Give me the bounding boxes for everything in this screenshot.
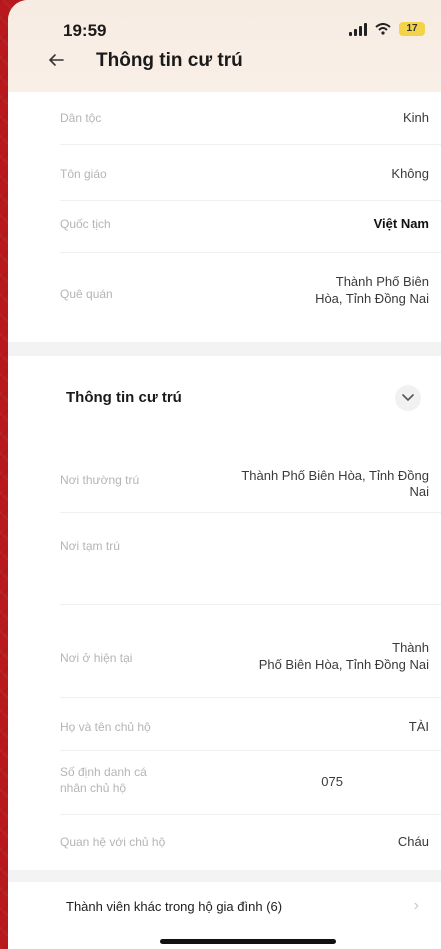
info-label: Dân tộc [60,111,102,125]
residence-row-head-id: Số định danh cá nhân chủ hộ 075 [8,764,441,800]
divider [60,814,441,815]
section-title-residence: Thông tin cư trú [66,389,182,406]
info-label: Quê quán [60,287,113,301]
info-value: Việt Nam [373,216,429,231]
chevron-down-icon [402,394,414,402]
phone-screen: 19:59 17 Thông tin cư trú Dân tộc Kinh T… [8,0,441,949]
residence-value: 075 [321,774,343,789]
residence-row-permanent: Nơi thường trú Thành Phố Biên Hòa, Tỉnh … [8,468,441,504]
info-value-line2: Hòa, Tỉnh Đồng Nai [315,291,429,306]
info-label: Quốc tịch [60,217,111,231]
back-arrow-icon[interactable] [46,50,66,70]
info-row-ethnicity: Dân tộc Kinh [8,110,441,140]
residence-label: Nơi ở hiện tại [60,651,133,665]
info-row-hometown: Quê quán Thành Phố Biên Hòa, Tỉnh Đồng N… [8,272,441,316]
residence-row-relation: Quan hệ với chủ hộ Cháu [8,834,441,858]
status-icons: 17 [349,22,425,36]
section-separator [8,342,441,356]
info-row-nationality: Quốc tịch Việt Nam [8,216,441,246]
chevron-right-icon: › [413,897,419,914]
residence-value-line1: Thành [392,640,429,655]
divider [60,144,441,145]
status-time: 19:59 [63,21,107,40]
divider [60,697,441,698]
header-area: 19:59 17 Thông tin cư trú [8,0,441,92]
info-row-religion: Tôn giáo Không [8,166,441,196]
section-separator [8,870,441,882]
divider [60,750,441,751]
info-value: Không [391,166,429,181]
residence-label-line1: Số định danh cá [60,765,147,779]
residence-row-temporary: Nơi tạm trú [8,538,441,562]
residence-row-current: Nơi ở hiện tại Thành Phố Biên Hòa, Tỉnh … [8,640,441,676]
wifi-icon [375,23,391,35]
info-value: Kinh [402,110,429,125]
residence-value: TÀI [408,719,429,734]
info-value-line1: Thành Phố Biên [335,274,429,289]
household-members-item[interactable]: Thành viên khác trong hộ gia đình (6) › [8,882,441,932]
collapse-chevron-button[interactable] [395,385,421,411]
household-members-label: Thành viên khác trong hộ gia đình (6) [66,899,283,914]
info-label: Tôn giáo [60,167,107,181]
divider [60,512,441,513]
page-title: Thông tin cư trú [96,50,243,71]
battery-icon: 17 [399,22,425,36]
divider [60,200,441,201]
home-indicator [160,939,336,944]
residence-label: Nơi tạm trú [60,539,120,553]
residence-value-line1: Thành Phố Biên Hòa, Tỉnh Đồng [241,468,429,483]
residence-label-line2: nhân chủ hộ [60,781,127,795]
residence-label: Nơi thường trú [60,473,140,487]
residence-value: Cháu [397,834,429,849]
residence-label: Họ và tên chủ hộ [60,720,151,734]
divider [60,252,441,253]
residence-label: Quan hệ với chủ hộ [60,835,166,849]
signal-icon [349,22,367,36]
residence-value-line2: Phố Biên Hòa, Tỉnh Đồng Nai [258,657,429,672]
residence-value-line2: Nai [409,484,429,499]
divider [60,604,441,605]
residence-row-head-name: Họ và tên chủ hộ TÀI [8,719,441,743]
